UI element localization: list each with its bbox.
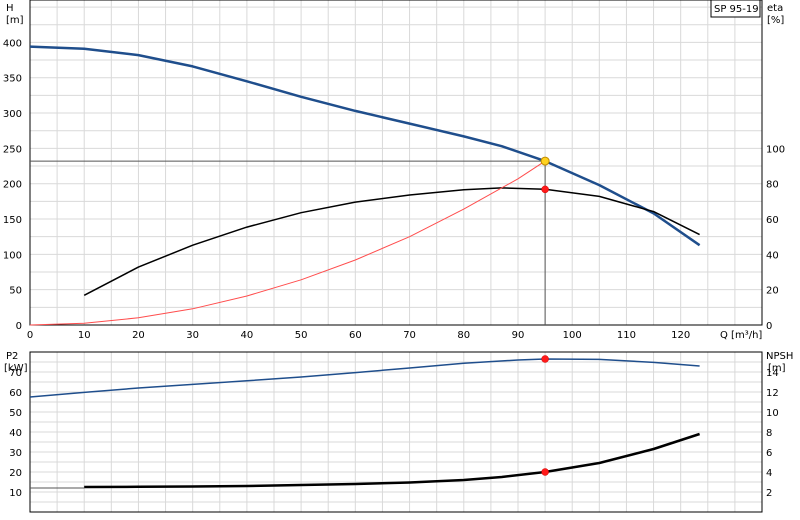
eta-tick-label: 100 xyxy=(766,144,785,155)
bottom-tick-labels: 102030405060702468101214 xyxy=(9,368,778,499)
head-tick-label: 200 xyxy=(3,180,22,191)
npsh-tick-label: 4 xyxy=(766,468,772,479)
eta-tick-label: 40 xyxy=(766,250,779,261)
efficiency-curve xyxy=(83,187,700,296)
bottom-right-axis-label-line1: NPSH xyxy=(766,351,793,362)
head-tick-label: 400 xyxy=(3,38,22,49)
power-tick-label: 40 xyxy=(9,428,22,439)
bottom-left-axis-label-line1: P2 xyxy=(6,351,18,362)
x-tick-label: 10 xyxy=(78,330,91,341)
power-tick-label: 10 xyxy=(9,488,22,499)
bottom-left-axis-label-line2: [kW] xyxy=(4,363,28,374)
top-left-axis-label-line2: [m] xyxy=(6,15,24,26)
x-tick-label: 110 xyxy=(617,330,636,341)
npsh-tick-label: 10 xyxy=(766,408,779,419)
x-tick-label: 80 xyxy=(457,330,470,341)
head-tick-label: 300 xyxy=(3,109,22,120)
npsh-tick-label: 12 xyxy=(766,388,779,399)
power-tick-label: 50 xyxy=(9,408,22,419)
bottom-right-axis-label-line2: [m] xyxy=(768,363,786,374)
power-tick-label: 60 xyxy=(9,388,22,399)
top-plot-frame xyxy=(29,0,763,326)
power-duty-marker xyxy=(541,355,549,363)
eta-tick-label: 0 xyxy=(766,321,772,332)
x-tick-label: 40 xyxy=(241,330,254,341)
top-grid xyxy=(30,0,762,325)
x-tick-label: 60 xyxy=(349,330,362,341)
x-tick-label: 70 xyxy=(403,330,416,341)
head-tick-label: 50 xyxy=(9,286,22,297)
x-tick-label: 120 xyxy=(671,330,690,341)
x-tick-label: 100 xyxy=(563,330,582,341)
top-tick-labels: 0 10 20 30 40 50 60 70 80 90 100 110 120050100150200… xyxy=(3,38,785,341)
x-tick-label: 90 xyxy=(512,330,525,341)
x-tick-label: 30 xyxy=(186,330,199,341)
top-right-axis-label-line1: eta xyxy=(767,3,783,14)
pump-performance-chart: 0 10 20 30 40 50 60 70 80 90 100 110 120050100150200… xyxy=(3,0,793,513)
head-tick-label: 150 xyxy=(3,215,22,226)
power-tick-label: 20 xyxy=(9,468,22,479)
duty-point-marker xyxy=(540,156,550,166)
x-axis-label: Q [m³/h] xyxy=(720,330,762,341)
npsh-duty-marker xyxy=(541,468,549,476)
power-tick-label: 30 xyxy=(9,448,22,459)
x-tick-label: 50 xyxy=(295,330,308,341)
eta-tick-label: 80 xyxy=(766,180,779,191)
head-efficiency-chart: 0 10 20 30 40 50 60 70 80 90 100 110 120050100150200… xyxy=(3,0,785,341)
head-tick-label: 100 xyxy=(3,250,22,261)
x-tick-label: 0 xyxy=(27,330,33,341)
head-tick-label: 0 xyxy=(16,321,22,332)
top-left-axis-label-line1: H xyxy=(6,3,14,14)
npsh-tick-label: 6 xyxy=(766,448,772,459)
x-tick-label: 20 xyxy=(132,330,145,341)
efficiency-duty-marker xyxy=(541,185,549,194)
system-curve xyxy=(29,160,546,326)
eta-tick-label: 60 xyxy=(766,215,779,226)
head-tick-label: 250 xyxy=(3,144,22,155)
power-npsh-chart: 102030405060702468101214 P2 [kW] NPSH [m… xyxy=(4,351,793,513)
npsh-tick-label: 8 xyxy=(766,428,772,439)
eta-tick-label: 20 xyxy=(766,286,779,297)
npsh-tick-label: 2 xyxy=(766,488,772,499)
top-right-axis-label-line2: [%] xyxy=(767,15,784,26)
head-tick-label: 350 xyxy=(3,74,22,85)
legend-text: SP 95-19 xyxy=(714,4,759,15)
